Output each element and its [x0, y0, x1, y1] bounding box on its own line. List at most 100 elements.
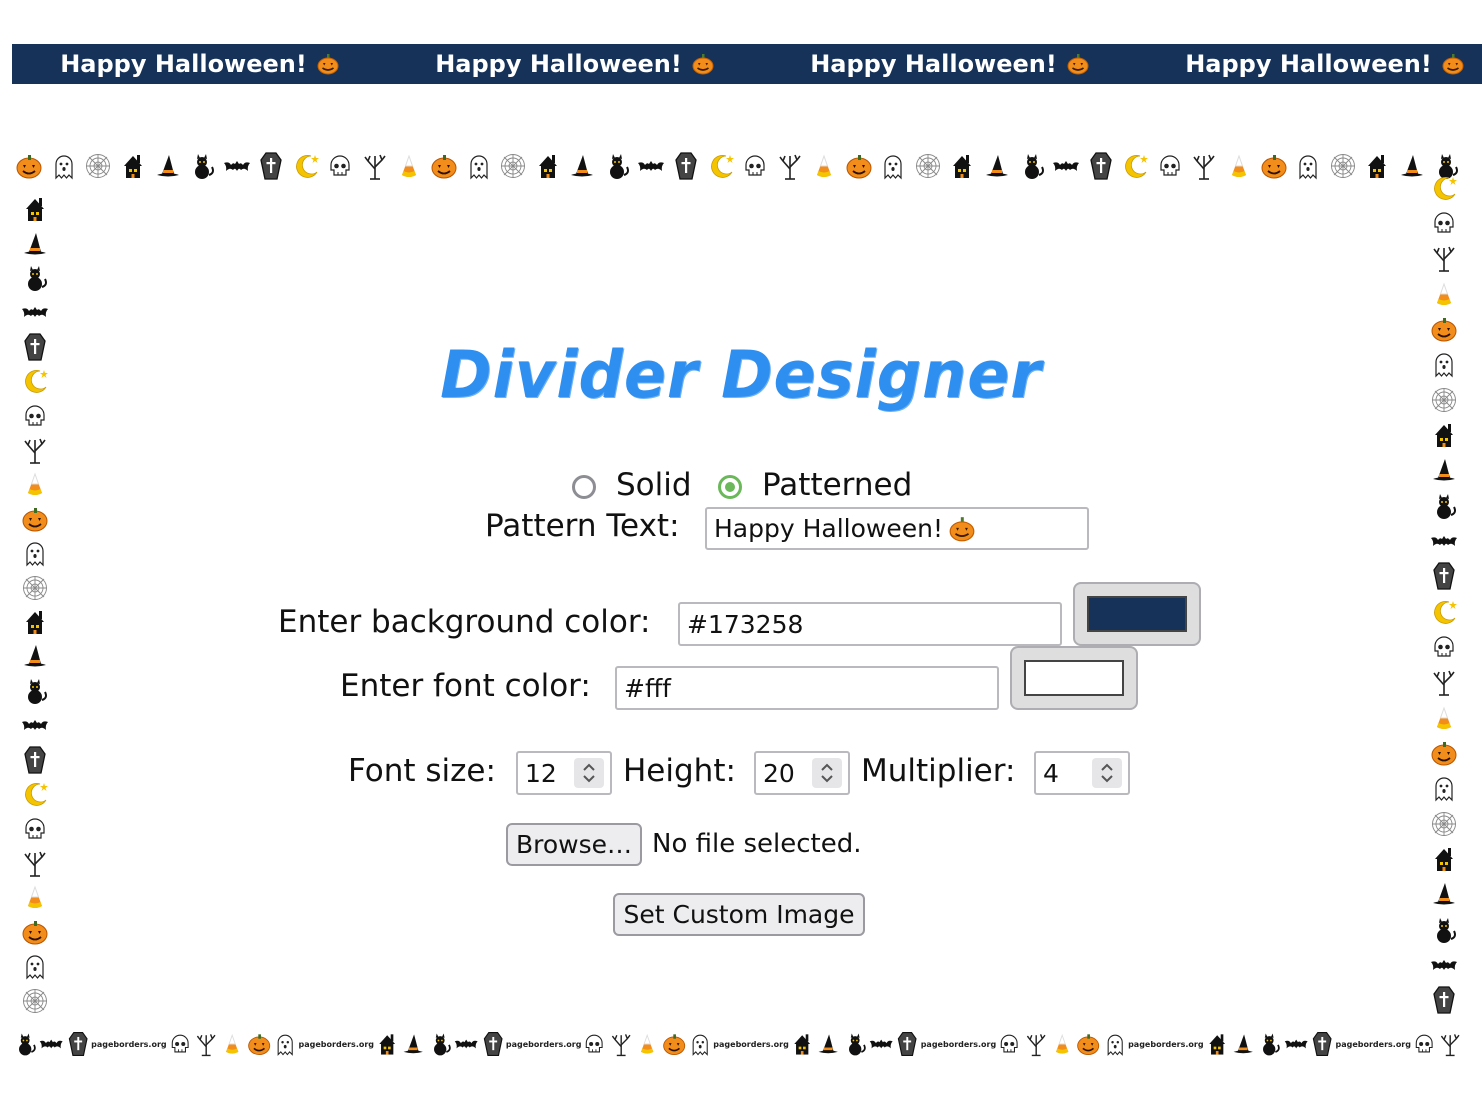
up-down-arrows-icon — [1101, 763, 1113, 783]
height-label: Height: — [623, 753, 736, 789]
jack-o-lantern-icon — [692, 54, 714, 75]
ghost-icon — [884, 155, 902, 180]
candy-corn-icon — [1437, 706, 1451, 729]
banner-item: Happy Halloween! — [12, 44, 387, 84]
haunted-house-icon — [379, 1034, 396, 1055]
bare-tree-icon — [24, 438, 46, 464]
skull-icon — [1434, 636, 1454, 657]
spider-web-icon — [501, 154, 526, 178]
banner-text: Happy Halloween! — [60, 50, 307, 78]
haunted-house-icon — [26, 198, 44, 222]
border-watermark: pageborders.org — [91, 1039, 167, 1049]
moon-icon — [1434, 600, 1457, 624]
skull-icon — [745, 155, 765, 176]
candy-corn-icon — [402, 154, 417, 177]
candy-corn-icon — [1055, 1033, 1069, 1054]
spider-web-icon — [915, 154, 940, 178]
bare-tree-icon — [1193, 154, 1216, 180]
background-color-picker[interactable] — [1073, 582, 1201, 646]
candy-corn-icon — [226, 1033, 239, 1054]
candy-corn-icon — [641, 1033, 654, 1054]
witch-hat-icon — [1433, 883, 1455, 905]
candy-corn-icon — [817, 154, 832, 177]
spider-web-icon — [23, 575, 47, 600]
coffin-icon — [483, 1031, 503, 1057]
background-color-input[interactable]: #173258 — [678, 602, 1062, 646]
ghost-icon — [469, 155, 488, 180]
spider-web-icon — [1432, 811, 1456, 836]
font-size-spin-button[interactable] — [574, 758, 604, 788]
height-value: 20 — [763, 758, 795, 788]
bat-icon — [1431, 959, 1457, 970]
browse-button[interactable]: Browse… — [506, 823, 642, 866]
bat-icon — [1431, 535, 1457, 546]
font-color-swatch — [1024, 660, 1124, 696]
border-watermark: pageborders.org — [1335, 1039, 1411, 1049]
ghost-icon — [26, 542, 44, 567]
skull-icon — [586, 1034, 604, 1053]
witch-hat-icon — [1433, 459, 1455, 481]
black-cat-icon — [195, 154, 215, 179]
set-custom-image-button[interactable]: Set Custom Image — [613, 893, 865, 936]
solid-radio[interactable] — [572, 475, 596, 499]
border-watermark: pageborders.org — [505, 1039, 582, 1049]
multiplier-value: 4 — [1043, 758, 1059, 788]
font-color-value: #fff — [624, 673, 671, 703]
witch-hat-icon — [24, 645, 46, 667]
haunted-house-icon — [26, 611, 44, 635]
bare-tree-icon — [779, 154, 801, 180]
height-stepper[interactable]: 20 — [754, 751, 850, 795]
bat-icon — [22, 307, 48, 318]
font-size-stepper[interactable]: 12 — [516, 751, 612, 795]
border-top — [12, 140, 1464, 192]
black-cat-icon — [28, 266, 47, 292]
bat-icon — [1284, 1039, 1308, 1049]
coffin-icon — [675, 152, 697, 180]
banner-text: Happy Halloween! — [810, 50, 1057, 78]
patterned-label[interactable]: Patterned — [762, 467, 912, 503]
height-spin-button[interactable] — [812, 758, 842, 788]
divider-preview-banner: Happy Halloween! Happy Halloween! Happy … — [12, 44, 1482, 84]
multiplier-spin-button[interactable] — [1092, 758, 1122, 788]
black-cat-icon — [28, 678, 47, 704]
bat-icon — [869, 1039, 893, 1049]
haunted-house-icon — [1435, 847, 1453, 871]
skull-icon — [1160, 155, 1180, 176]
font-color-input[interactable]: #fff — [615, 666, 999, 710]
bare-tree-icon — [1433, 670, 1455, 697]
up-down-arrows-icon — [821, 763, 833, 783]
coffin-icon — [68, 1031, 88, 1057]
multiplier-stepper[interactable]: 4 — [1034, 751, 1130, 795]
spider-web-icon — [23, 988, 47, 1013]
pumpkin-icon — [1261, 155, 1287, 179]
pumpkin-icon — [22, 507, 48, 532]
ghost-icon — [1299, 155, 1317, 180]
bat-icon — [40, 1039, 63, 1049]
banner-item: Happy Halloween! — [762, 44, 1137, 84]
candy-corn-icon — [1231, 154, 1246, 177]
solid-label[interactable]: Solid — [616, 467, 692, 503]
haunted-house-icon — [538, 155, 557, 178]
moon-icon — [295, 155, 319, 178]
coffin-icon — [24, 746, 46, 774]
background-color-value: #173258 — [687, 609, 804, 639]
ghost-icon — [55, 155, 73, 180]
pattern-text-label: Pattern Text: — [485, 508, 680, 544]
font-color-label: Enter font color: — [340, 668, 591, 704]
font-color-picker[interactable] — [1010, 646, 1138, 710]
jack-o-lantern-icon — [1067, 54, 1089, 75]
bat-icon — [22, 720, 48, 731]
bare-tree-icon — [24, 851, 46, 877]
coffin-icon — [1090, 152, 1112, 180]
page-title: Divider Designer — [440, 336, 1042, 413]
ghost-icon — [277, 1034, 293, 1056]
patterned-radio[interactable] — [718, 475, 742, 499]
border-bottom: pageborders.org pageborders.org pageborder… — [12, 1018, 1464, 1070]
witch-hat-icon — [818, 1034, 839, 1054]
bare-tree-icon — [196, 1034, 216, 1057]
border-left — [12, 192, 58, 1018]
haunted-house-icon — [794, 1034, 810, 1055]
pattern-text-input[interactable]: Happy Halloween! — [705, 507, 1089, 550]
bare-tree-icon — [1441, 1034, 1460, 1057]
candy-corn-icon — [28, 885, 42, 909]
